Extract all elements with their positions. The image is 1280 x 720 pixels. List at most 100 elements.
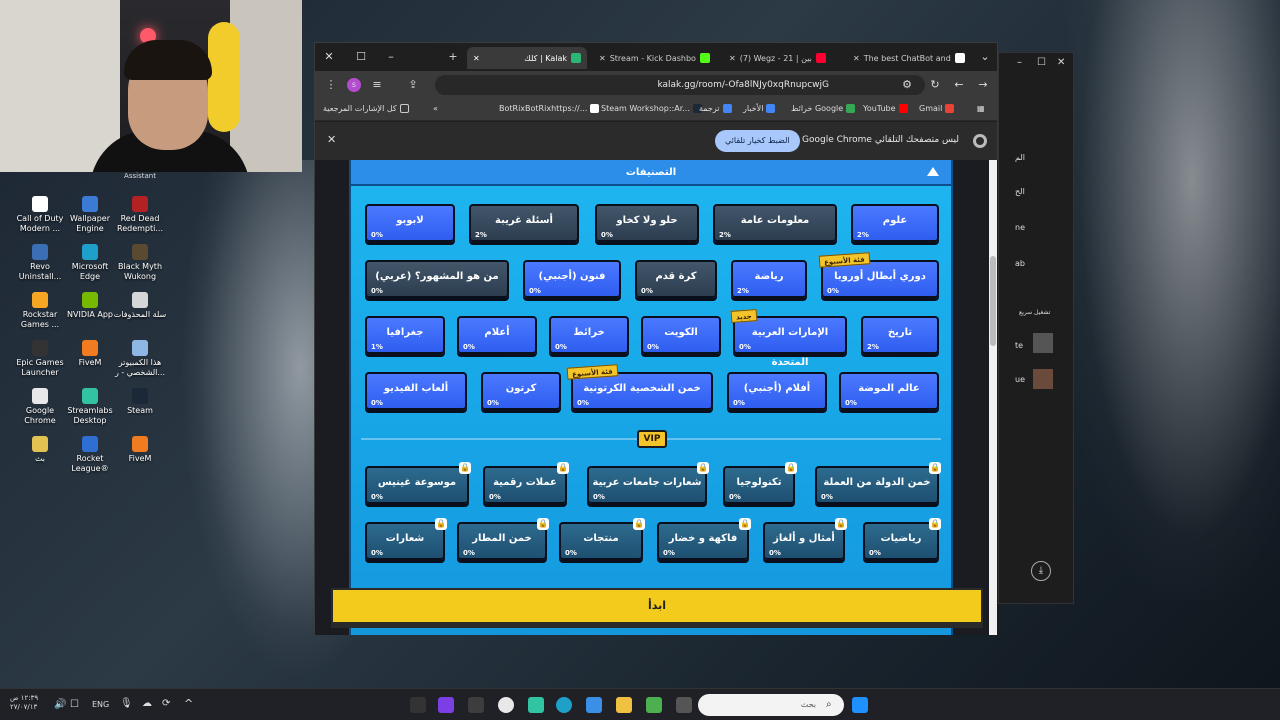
vip-category-button[interactable]: أمثال و ألغاز 0% 🔒 bbox=[763, 518, 847, 560]
bookmark-maps[interactable]: خرائط Google bbox=[791, 104, 856, 113]
category-button[interactable]: ألعاب الفيديو 0% bbox=[365, 372, 467, 410]
share-icon[interactable]: ⇪ bbox=[405, 77, 421, 93]
desktop-icon[interactable]: NVIDIA App bbox=[62, 292, 118, 320]
category-button[interactable]: من هو المشهور؟ (عربي) 0% bbox=[365, 260, 509, 298]
download-icon[interactable]: ⤓ bbox=[1031, 561, 1051, 581]
desktop-icon[interactable]: Steam bbox=[112, 388, 168, 416]
maximize-icon[interactable]: ☐ bbox=[353, 49, 369, 65]
more-bookmarks-icon[interactable]: « bbox=[433, 104, 438, 113]
desktop-icon[interactable]: Call of Duty Modern ... bbox=[12, 196, 68, 234]
menu-icon[interactable]: ⋮ bbox=[323, 77, 339, 93]
file-explorer-taskbar-icon[interactable] bbox=[616, 697, 632, 713]
category-button[interactable]: أسئلة غريبة 2% bbox=[469, 204, 579, 242]
category-button[interactable]: رياضة 2% bbox=[731, 260, 807, 298]
category-button[interactable]: فنون (أجنبي) 0% bbox=[523, 260, 621, 298]
desktop-icon[interactable]: Red Dead Redempti... bbox=[112, 196, 168, 234]
collapse-triangle-icon[interactable] bbox=[927, 167, 939, 176]
category-button[interactable]: جغرافيا 1% bbox=[365, 316, 445, 354]
tab-close-icon[interactable]: ✕ bbox=[599, 54, 606, 63]
desktop-icon[interactable]: Epic Games Launcher bbox=[12, 340, 68, 378]
desktop-icon[interactable]: Microsoft Edge bbox=[62, 244, 118, 282]
speaker-icon[interactable]: 🔊 bbox=[54, 699, 66, 710]
tab-close-icon[interactable]: ✕ bbox=[473, 54, 480, 63]
tab-close-icon[interactable]: ✕ bbox=[729, 54, 736, 63]
url-field[interactable]: kalak.gg/room/-Ofa8lNJy0xqRnupcwjG bbox=[435, 75, 925, 95]
sync-icon[interactable]: ⟳ bbox=[162, 698, 170, 709]
vip-category-button[interactable]: رياضيات 0% 🔒 bbox=[863, 518, 941, 560]
chevron-up-icon[interactable]: ^ bbox=[184, 697, 193, 710]
profile-avatar[interactable]: s bbox=[347, 78, 361, 92]
discord-taskbar-icon[interactable] bbox=[438, 697, 454, 713]
xbox-taskbar-icon[interactable] bbox=[646, 697, 662, 713]
page-scrollbar[interactable] bbox=[989, 160, 997, 635]
category-button[interactable]: الكويت 0% bbox=[641, 316, 721, 354]
edge-taskbar-icon[interactable] bbox=[556, 697, 572, 713]
infobar-close-icon[interactable]: ✕ bbox=[327, 133, 336, 146]
category-button[interactable]: كرة قدم 0% bbox=[635, 260, 717, 298]
page-scrollbar-thumb[interactable] bbox=[990, 256, 996, 346]
desktop-icon[interactable]: Revo Uninstall... bbox=[12, 244, 68, 282]
new-tab-icon[interactable]: + bbox=[445, 49, 461, 65]
vip-category-button[interactable]: تكنولوجيا 0% 🔒 bbox=[723, 462, 797, 504]
app-taskbar-icon[interactable] bbox=[586, 697, 602, 713]
vip-category-button[interactable]: شعارات 0% 🔒 bbox=[365, 518, 447, 560]
bookmark-gmail[interactable]: Gmail bbox=[919, 104, 955, 113]
back-icon[interactable]: ← bbox=[951, 77, 967, 93]
category-button[interactable]: كرتون 0% bbox=[481, 372, 561, 410]
vip-category-button[interactable]: شعارات جامعات عربية 0% 🔒 bbox=[587, 462, 709, 504]
set-default-button[interactable]: الضبط كخيار تلقائي bbox=[715, 130, 800, 152]
game-thumbnail[interactable] bbox=[1033, 369, 1053, 389]
close-window-icon[interactable]: ✕ bbox=[321, 49, 337, 65]
bookmark-youtube[interactable]: YouTube bbox=[863, 104, 908, 113]
all-bookmarks[interactable]: كل الإشارات المرجعية bbox=[323, 104, 409, 113]
vip-category-button[interactable]: منتجات 0% 🔒 bbox=[559, 518, 645, 560]
streamlabs-taskbar-icon[interactable] bbox=[528, 697, 544, 713]
close-icon[interactable]: ✕ bbox=[1057, 57, 1065, 68]
desktop-icon[interactable]: Rocket League® bbox=[62, 436, 118, 474]
network-icon[interactable]: ☐ bbox=[70, 699, 79, 710]
category-button[interactable]: أفلام (أجنبي) 0% bbox=[727, 372, 827, 410]
tab-kick[interactable]: ✕ Stream - Kick Dashbo bbox=[593, 47, 719, 69]
tab-search-icon[interactable]: ⌄ bbox=[977, 49, 993, 65]
minimize-icon[interactable]: – bbox=[1017, 57, 1022, 68]
category-button[interactable]: تاريخ 2% bbox=[861, 316, 939, 354]
reload-icon[interactable]: ↻ bbox=[927, 77, 943, 93]
vip-category-button[interactable]: خمن الدولة من العملة 0% 🔒 bbox=[815, 462, 941, 504]
chrome-taskbar-icon[interactable] bbox=[498, 697, 514, 713]
category-button[interactable]: لابوبو 0% bbox=[365, 204, 455, 242]
desktop-icon[interactable]: هذا الكمبيوتر الشخصي - ر... bbox=[112, 340, 168, 378]
category-button[interactable]: خرائط 0% bbox=[549, 316, 629, 354]
minimize-icon[interactable]: – bbox=[383, 49, 399, 65]
category-button[interactable]: عالم الموضة 0% bbox=[839, 372, 939, 410]
tab-youtube[interactable]: ✕ (7) Wegz - 21 | بين bbox=[723, 47, 843, 69]
bookmark-translate[interactable]: ترجمة bbox=[699, 104, 732, 113]
microphone-icon[interactable]: 🎙 bbox=[120, 698, 133, 709]
tab-chatbot[interactable]: ✕ The best ChatBot and bbox=[847, 47, 971, 69]
bookmark-botrix[interactable]: BotRixBotRixhttps://... bbox=[499, 104, 600, 113]
forward-icon[interactable]: → bbox=[975, 77, 991, 93]
category-button[interactable]: علوم 2% bbox=[851, 204, 939, 242]
game-thumbnail[interactable] bbox=[1033, 333, 1053, 353]
extensions-icon[interactable]: ≡ bbox=[369, 77, 385, 93]
desktop-icon[interactable]: Streamlabs Desktop bbox=[62, 388, 118, 426]
windows-start-icon[interactable] bbox=[852, 697, 868, 713]
language-indicator[interactable]: ENG bbox=[92, 700, 109, 709]
desktop-icon[interactable]: FiveM bbox=[112, 436, 168, 464]
taskbar-clock[interactable]: ١٢:٣٩ ص ٢٧/٠٧/١٣ bbox=[10, 694, 38, 712]
category-button[interactable]: معلومات عامة 2% bbox=[713, 204, 837, 242]
apps-grid-icon[interactable]: ▦ bbox=[977, 104, 985, 113]
settings-taskbar-icon[interactable] bbox=[468, 697, 484, 713]
desktop-icon[interactable]: FiveM bbox=[62, 340, 118, 368]
maximize-icon[interactable]: ☐ bbox=[1037, 57, 1046, 68]
epic-games-taskbar-icon[interactable] bbox=[410, 697, 426, 713]
desktop-icon[interactable]: Black Myth Wukong bbox=[112, 244, 168, 282]
taskbar-search-input[interactable]: بحث bbox=[698, 694, 844, 716]
vip-category-button[interactable]: موسوعة غينيس 0% 🔒 bbox=[365, 462, 471, 504]
vip-category-button[interactable]: فاكهة و خضار 0% 🔒 bbox=[657, 518, 751, 560]
cloud-icon[interactable]: ☁ bbox=[142, 698, 152, 709]
desktop-icon[interactable]: Rockstar Games ... bbox=[12, 292, 68, 330]
tab-close-icon[interactable]: ✕ bbox=[853, 54, 860, 63]
vip-category-button[interactable]: عملات رقمية 0% 🔒 bbox=[483, 462, 569, 504]
desktop-icon[interactable]: سلة المحذوفات bbox=[112, 292, 168, 320]
task-view-taskbar-icon[interactable] bbox=[676, 697, 692, 713]
